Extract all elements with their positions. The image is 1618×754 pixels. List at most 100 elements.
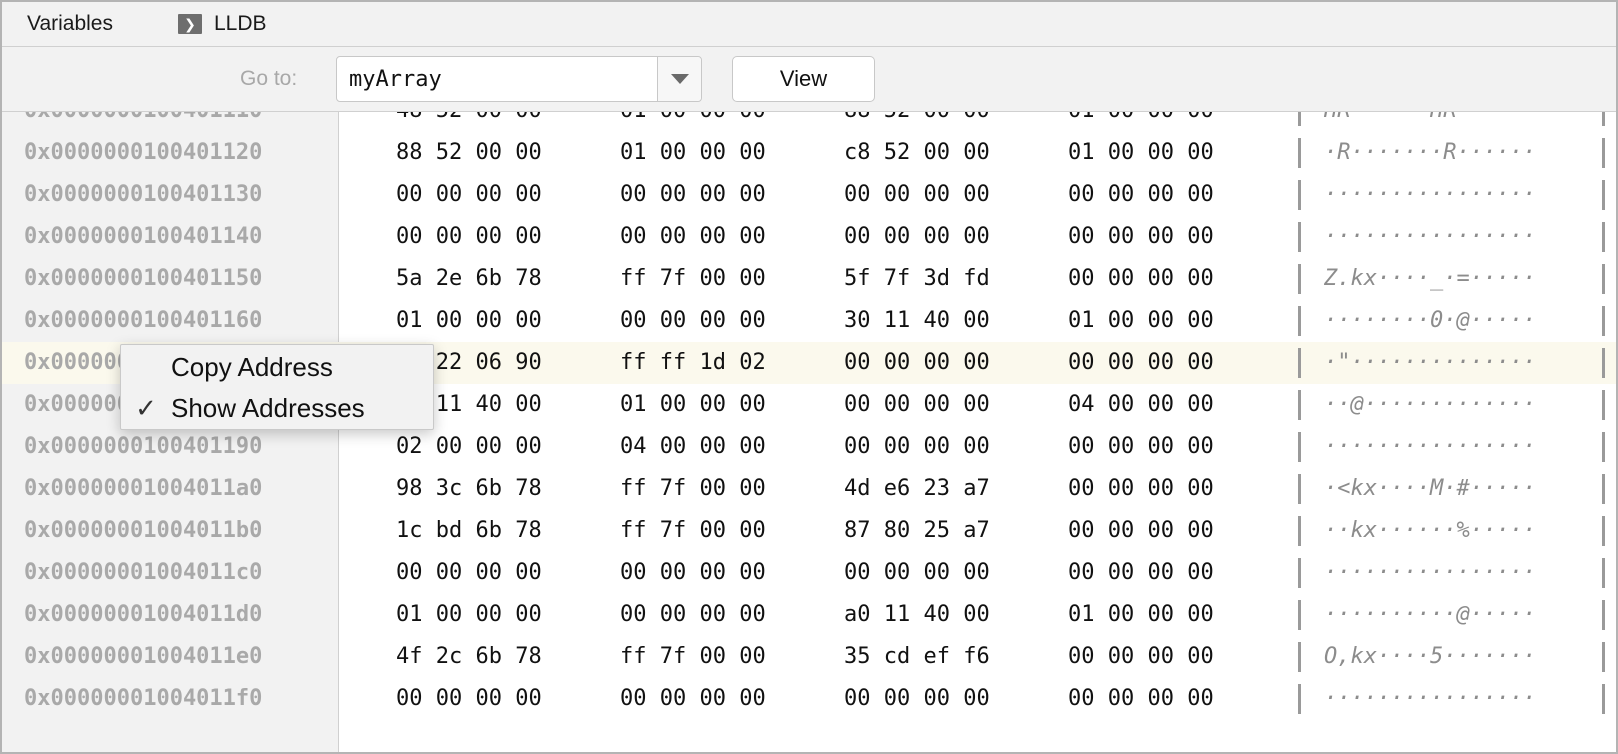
ascii-text[interactable]: ··@·············: [1324, 392, 1536, 417]
byte-group[interactable]: 5f 7f 3d fd: [844, 266, 990, 291]
byte-group[interactable]: 30 11 40 00: [844, 308, 990, 333]
row-address[interactable]: 0x0000000100401150: [24, 266, 262, 291]
byte-group[interactable]: 00 00 00 00: [844, 434, 990, 459]
ascii-text[interactable]: ················: [1324, 224, 1536, 249]
row-address[interactable]: 0x00000001004011a0: [24, 476, 262, 501]
ascii-text[interactable]: ········0·@·····: [1324, 308, 1536, 333]
menu-item-copy-address[interactable]: Copy Address: [121, 347, 433, 387]
row-address[interactable]: 0x0000000100401140: [24, 224, 262, 249]
byte-group[interactable]: ff 7f 00 00: [620, 266, 766, 291]
byte-group[interactable]: 00 00 00 00: [1068, 182, 1214, 207]
byte-group[interactable]: 00 00 00 00: [396, 686, 542, 711]
ascii-text[interactable]: ················: [1324, 182, 1536, 207]
row-address[interactable]: 0x0000000100401130: [24, 182, 262, 207]
byte-group[interactable]: 00 00 00 00: [1068, 518, 1214, 543]
byte-group[interactable]: 01 00 00 00: [620, 140, 766, 165]
memory-row[interactable]: 0x00000001004011e0 4f 2c 6b 78 ff 7f 00 00…: [2, 636, 1616, 678]
tab-lldb[interactable]: ❯ LLDB: [178, 2, 267, 46]
byte-group[interactable]: 01 00 00 00: [620, 112, 766, 123]
byte-group[interactable]: 5a 2e 6b 78: [396, 266, 542, 291]
byte-group[interactable]: 00 00 00 00: [620, 560, 766, 585]
memory-row[interactable]: 0x00000001004011f0 00 00 00 00 00 00 00 00…: [2, 678, 1616, 720]
byte-group[interactable]: ff 7f 00 00: [620, 518, 766, 543]
byte-group[interactable]: 02 00 00 00: [396, 434, 542, 459]
byte-group[interactable]: 1c bd 6b 78: [396, 518, 542, 543]
view-button[interactable]: View: [732, 56, 875, 102]
memory-row[interactable]: 0x0000000100401110 48 52 00 00 01 00 00 00…: [2, 112, 1616, 132]
byte-group[interactable]: 00 00 00 00: [620, 686, 766, 711]
byte-group[interactable]: 4f 2c 6b 78: [396, 644, 542, 669]
memory-row[interactable]: 0x00000001004011b0 1c bd 6b 78 ff 7f 00 00…: [2, 510, 1616, 552]
byte-group[interactable]: 00 00 00 00: [1068, 686, 1214, 711]
byte-group[interactable]: 01 00 00 00: [1068, 112, 1214, 123]
byte-group[interactable]: 01 00 00 00: [1068, 602, 1214, 627]
byte-group[interactable]: 00 00 00 00: [1068, 224, 1214, 249]
byte-group[interactable]: 00 00 00 00: [396, 560, 542, 585]
byte-group[interactable]: a0 11 40 00: [844, 602, 990, 627]
byte-group[interactable]: 88 52 00 00: [844, 112, 990, 123]
ascii-text[interactable]: ················: [1324, 560, 1536, 585]
byte-group[interactable]: 00 00 00 00: [844, 224, 990, 249]
goto-input[interactable]: [337, 57, 659, 101]
memory-grid[interactable]: 0x0000000100401110 48 52 00 00 01 00 00 00…: [2, 112, 1616, 752]
byte-group[interactable]: 35 cd ef f6: [844, 644, 990, 669]
byte-group[interactable]: 00 00 00 00: [396, 224, 542, 249]
byte-group[interactable]: 00 00 00 00: [844, 350, 990, 375]
ascii-text[interactable]: ··········@·····: [1324, 602, 1536, 627]
row-address[interactable]: 0x00000001004011b0: [24, 518, 262, 543]
ascii-text[interactable]: ················: [1324, 686, 1536, 711]
byte-group[interactable]: 00 00 00 00: [1068, 266, 1214, 291]
row-address[interactable]: 0x00000001004011f0: [24, 686, 262, 711]
memory-row[interactable]: 0x00000001004011c0 00 00 00 00 00 00 00 00…: [2, 552, 1616, 594]
byte-group[interactable]: 48 52 00 00: [396, 112, 542, 123]
goto-dropdown-button[interactable]: [657, 57, 701, 101]
byte-group[interactable]: ff ff 1d 02: [620, 350, 766, 375]
byte-group[interactable]: 88 52 00 00: [396, 140, 542, 165]
row-address[interactable]: 0x00000001004011c0: [24, 560, 262, 585]
memory-row[interactable]: 0x00000001004011a0 98 3c 6b 78 ff 7f 00 00…: [2, 468, 1616, 510]
memory-row[interactable]: 0x0000000100401160 01 00 00 00 00 00 00 00…: [2, 300, 1616, 342]
byte-group[interactable]: 00 00 00 00: [620, 602, 766, 627]
byte-group[interactable]: 00 00 00 00: [1068, 560, 1214, 585]
byte-group[interactable]: 00 00 00 00: [620, 308, 766, 333]
row-address[interactable]: 0x0000000100401190: [24, 434, 262, 459]
byte-group[interactable]: 00 00 00 00: [620, 224, 766, 249]
ascii-text[interactable]: ·<kx····M·#·····: [1324, 476, 1536, 501]
ascii-text[interactable]: HR······HR······: [1324, 112, 1536, 123]
row-address[interactable]: 0x0000000100401110: [24, 112, 262, 123]
byte-group[interactable]: 01 00 00 00: [396, 602, 542, 627]
byte-group[interactable]: 01 00 00 00: [1068, 140, 1214, 165]
memory-row[interactable]: 0x0000000100401190 02 00 00 00 04 00 00 00…: [2, 426, 1616, 468]
byte-group[interactable]: 87 80 25 a7: [844, 518, 990, 543]
byte-group[interactable]: 01 00 00 00: [1068, 308, 1214, 333]
byte-group[interactable]: 00 00 00 00: [844, 392, 990, 417]
byte-group[interactable]: 01 00 00 00: [620, 392, 766, 417]
tab-variables[interactable]: Variables: [2, 2, 177, 46]
memory-row[interactable]: 0x00000001004011d0 01 00 00 00 00 00 00 00…: [2, 594, 1616, 636]
ascii-text[interactable]: ··kx······%·····: [1324, 518, 1536, 543]
ascii-text[interactable]: Z.kx····_·=·····: [1324, 266, 1536, 291]
memory-row[interactable]: 0x0000000100401120 88 52 00 00 01 00 00 00…: [2, 132, 1616, 174]
memory-row[interactable]: 0x0000000100401130 00 00 00 00 00 00 00 00…: [2, 174, 1616, 216]
ascii-text[interactable]: O,kx····5·······: [1324, 644, 1536, 669]
memory-row[interactable]: 0x0000000100401140 00 00 00 00 00 00 00 00…: [2, 216, 1616, 258]
byte-group[interactable]: 00 00 00 00: [844, 686, 990, 711]
byte-group[interactable]: 01 00 00 00: [396, 308, 542, 333]
byte-group[interactable]: 04 00 00 00: [1068, 392, 1214, 417]
byte-group[interactable]: 4d e6 23 a7: [844, 476, 990, 501]
row-address[interactable]: 0x00000001004011e0: [24, 644, 262, 669]
ascii-text[interactable]: ················: [1324, 434, 1536, 459]
byte-group[interactable]: 04 00 00 00: [620, 434, 766, 459]
byte-group[interactable]: 00 00 00 00: [1068, 644, 1214, 669]
ascii-text[interactable]: ·"··············: [1324, 350, 1536, 375]
byte-group[interactable]: 00 00 00 00: [1068, 434, 1214, 459]
byte-group[interactable]: 00 00 00 00: [396, 182, 542, 207]
row-address[interactable]: 0x0000000100401120: [24, 140, 262, 165]
byte-group[interactable]: 00 00 00 00: [620, 182, 766, 207]
memory-row[interactable]: 0x0000000100401150 5a 2e 6b 78 ff 7f 00 00…: [2, 258, 1616, 300]
byte-group[interactable]: ff 7f 00 00: [620, 644, 766, 669]
row-address[interactable]: 0x00000001004011d0: [24, 602, 262, 627]
byte-group[interactable]: 98 3c 6b 78: [396, 476, 542, 501]
ascii-text[interactable]: ·R·······R······: [1324, 140, 1536, 165]
byte-group[interactable]: 00 00 00 00: [844, 560, 990, 585]
